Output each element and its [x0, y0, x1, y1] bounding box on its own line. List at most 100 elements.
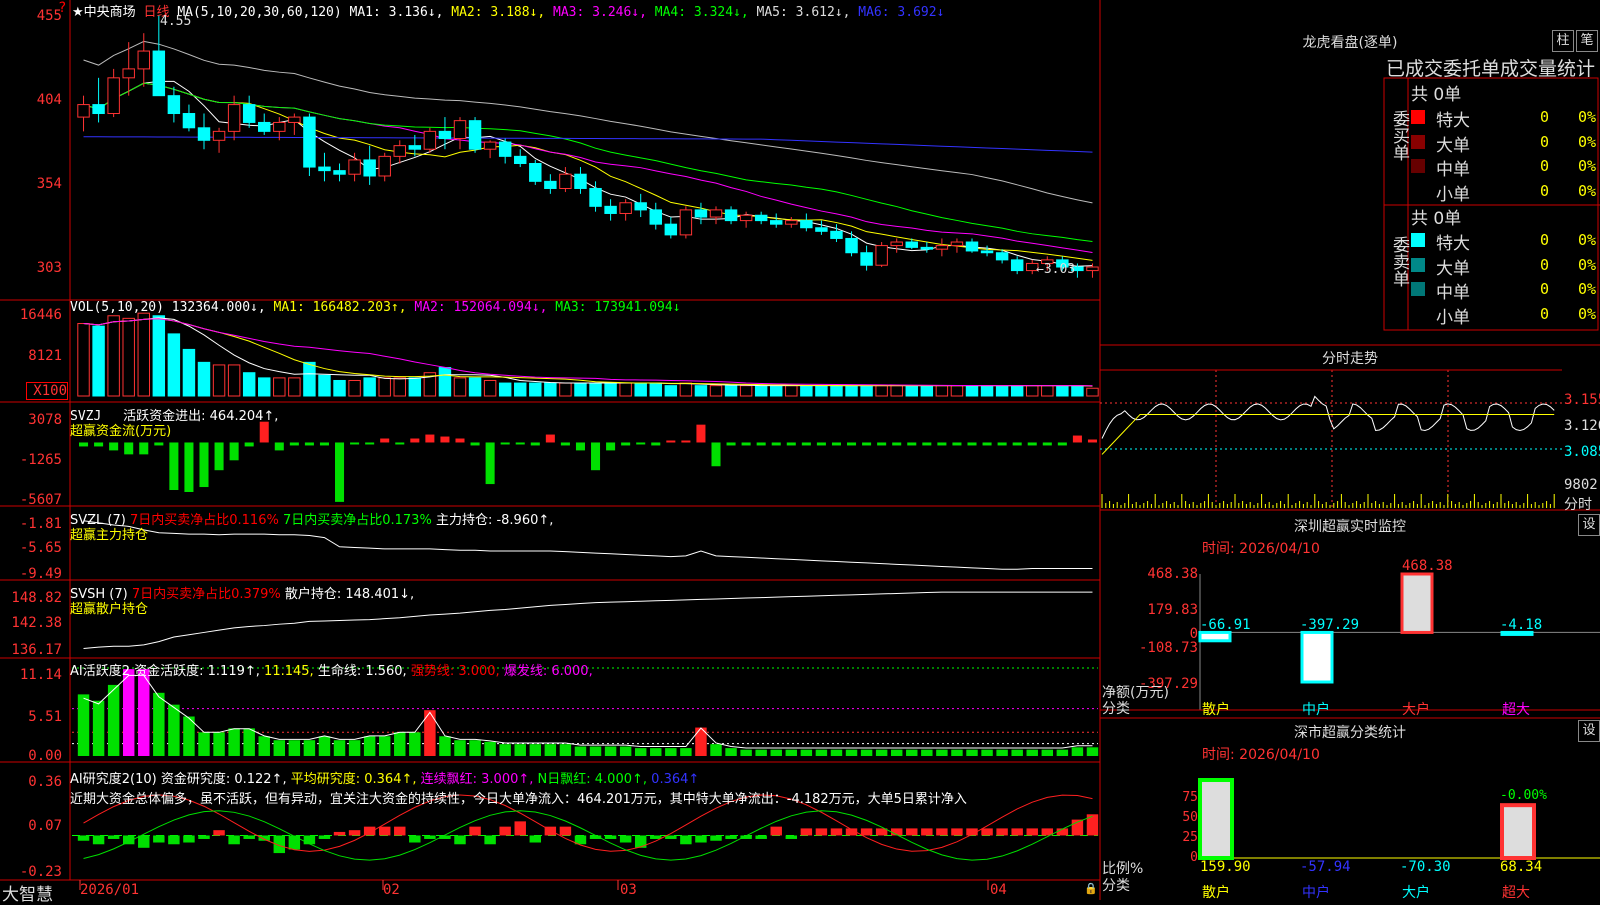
- candle-body: [1086, 266, 1099, 272]
- fund-flow-bar: [515, 442, 525, 445]
- ai2-axis-mid: 0.07: [28, 818, 62, 834]
- activity-bar: [514, 744, 526, 756]
- activity-bar: [650, 748, 662, 756]
- vol-ma3: MA3: 173941.094↓: [555, 300, 681, 315]
- ai2-t2: 平均研究度: 0.364↑,: [290, 772, 417, 787]
- fund-flow-bar: [862, 442, 872, 446]
- vol-ma1: MA1: 166482.203↑,: [273, 300, 407, 315]
- svzj-axis-mid: -1265: [19, 452, 62, 468]
- candle-body: [227, 104, 241, 132]
- fund-flow-bar: [907, 442, 917, 446]
- candle-body: [845, 237, 858, 254]
- activity-bar: [951, 749, 963, 756]
- ai2-header: AI研究度2(10) 资金研究度: 0.122↑, 平均研究度: 0.364↑,…: [70, 768, 699, 787]
- candle-body: [92, 104, 105, 115]
- activity-bar: [1056, 749, 1069, 756]
- ss-left-2: 分类: [1102, 878, 1130, 894]
- research-bar: [514, 821, 526, 836]
- candle-body: [830, 230, 843, 239]
- activity-bar: [936, 749, 948, 756]
- volume-bar: [604, 382, 617, 397]
- fund-flow-bar: [591, 442, 601, 471]
- research-bar: [1011, 828, 1023, 836]
- ss-cat-mid: 中户: [1302, 885, 1330, 901]
- volume-bar: [679, 382, 693, 397]
- sell-row-label-2: 中单: [1436, 283, 1470, 303]
- fund-flow-bar: [169, 442, 179, 491]
- volume-bar: [197, 361, 211, 397]
- ai1-axis-top: 11.14: [19, 667, 62, 683]
- research-bar: [830, 828, 843, 836]
- svzj-axis-bot: -5607: [19, 492, 62, 508]
- buy-row-count-3: 0: [1540, 181, 1550, 200]
- bar-mode-button[interactable]: 柱: [1552, 30, 1574, 52]
- sz-cat-retail: 散户: [1202, 702, 1230, 718]
- sell-row-pct-0: 0%: [1578, 231, 1597, 249]
- activity-bar: [1026, 749, 1038, 756]
- sz-left-2: 分类: [1102, 701, 1130, 717]
- svsh-t2: 散户持仓: 148.401↓,: [284, 587, 415, 602]
- candle-body: [875, 245, 888, 266]
- fund-flow-bar: [831, 442, 841, 446]
- volume-bar: [770, 385, 783, 397]
- ss-settings-button[interactable]: 设: [1578, 720, 1600, 742]
- fund-flow-bar: [319, 442, 329, 446]
- fund-flow-bar: [756, 442, 766, 446]
- research-bar: [409, 835, 421, 843]
- activity-bar: [770, 749, 782, 756]
- fund-flow-bar: [726, 442, 736, 446]
- research-bar: [168, 835, 180, 845]
- candle-body: [438, 130, 452, 140]
- research-bar: [454, 835, 466, 845]
- ai2-label: AI研究度2(10): [70, 772, 157, 787]
- sz-bar: [1400, 572, 1434, 634]
- research-bar: [318, 835, 331, 839]
- activity-bar: [740, 749, 752, 756]
- research-bar: [695, 835, 707, 843]
- candle-body: [483, 141, 497, 150]
- research-bar: [499, 826, 511, 836]
- volume-bar: [830, 385, 843, 397]
- ai2-t3: 连续飘红: 3.000↑,: [420, 772, 534, 787]
- fund-flow-bar: [214, 442, 224, 471]
- activity-bar: [1071, 747, 1084, 756]
- activity-bar: [469, 740, 481, 756]
- ss-axis-1: 75: [1182, 790, 1198, 805]
- activity-bar: [1011, 749, 1023, 756]
- activity-bar: [288, 740, 301, 756]
- activity-bar: [77, 694, 90, 756]
- sell-swatch-0: [1411, 233, 1425, 247]
- fund-flow-bar: [304, 442, 314, 446]
- chart-canvas: [0, 0, 1600, 900]
- research-bar: [800, 828, 813, 836]
- fund-flow-bar: [199, 442, 209, 488]
- ss-axis-4: 0: [1190, 850, 1198, 865]
- sz-val-mid: -397.29: [1300, 617, 1360, 633]
- tick-mode-button[interactable]: 笔: [1576, 30, 1598, 52]
- research-bar: [107, 835, 120, 839]
- buy-row-label-2: 中单: [1436, 160, 1470, 180]
- volume-bar: [995, 385, 1009, 397]
- volume-bar: [273, 377, 286, 397]
- volume-bar: [333, 379, 346, 397]
- research-bar: [228, 835, 240, 845]
- sz-settings-button[interactable]: 设: [1578, 514, 1600, 536]
- activity-bar: [258, 736, 270, 756]
- activity-bar: [815, 749, 828, 756]
- fund-flow-bar: [395, 442, 405, 445]
- date-tick-jan: 2026/01: [80, 882, 140, 898]
- research-bar: [1026, 828, 1038, 836]
- buy-row-label-1: 大单: [1436, 135, 1470, 156]
- fund-flow-bar: [847, 442, 857, 446]
- sz-cat-mid: 中户: [1302, 702, 1330, 718]
- ai1-t5: 爆发线: 6.000,: [503, 664, 593, 679]
- fund-flow-bar: [937, 442, 947, 446]
- activity-bar: [559, 744, 572, 756]
- candle-body: [800, 220, 813, 229]
- volume-bar: [845, 385, 858, 397]
- ss-axis-3: 25: [1182, 830, 1198, 845]
- research-bar: [198, 835, 210, 839]
- candle-body: [770, 220, 783, 225]
- lock-icon[interactable]: 🔒: [1084, 882, 1098, 895]
- activity-bar: [454, 740, 466, 756]
